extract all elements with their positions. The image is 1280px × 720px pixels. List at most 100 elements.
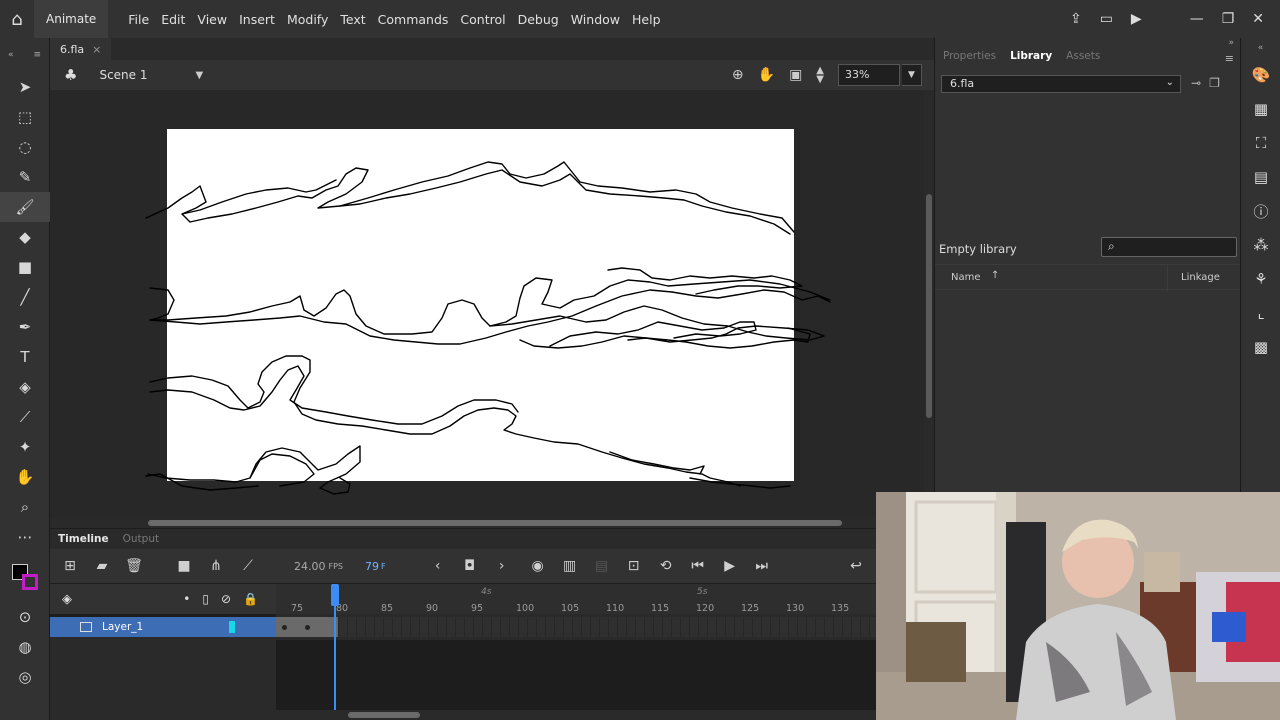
fluid-brush-tool-icon[interactable]: ✎ [0, 162, 50, 192]
info-icon[interactable]: ⓘ [1241, 194, 1280, 228]
delete-layer-icon[interactable]: 🗑 [118, 558, 150, 574]
hide-layers-icon[interactable]: ⊘ [221, 592, 231, 606]
home-icon[interactable]: ⌂ [0, 0, 34, 38]
menu-insert[interactable]: Insert [233, 12, 281, 27]
menu-window[interactable]: Window [565, 12, 626, 27]
clip-content-icon[interactable]: ▣ [789, 67, 802, 83]
object-drawing-icon[interactable]: ⊙ [0, 602, 50, 632]
undo-timeline-icon[interactable]: ↩ [840, 558, 872, 574]
new-folder-icon[interactable]: ▰ [86, 558, 118, 574]
tab-assets[interactable]: Assets [1066, 50, 1100, 70]
menu-edit[interactable]: Edit [155, 12, 191, 27]
onion-skin-icon[interactable]: ◉ [522, 558, 554, 574]
stage-vertical-scrollbar[interactable] [924, 90, 934, 518]
motion-presets-icon[interactable]: ⁂ [1241, 228, 1280, 262]
test-movie-icon[interactable]: ▶ [1131, 11, 1142, 27]
tab-properties[interactable]: Properties [943, 50, 996, 70]
column-linkage[interactable]: Linkage [1181, 272, 1220, 283]
menu-text[interactable]: Text [334, 12, 371, 27]
zoom-input[interactable]: 33% [838, 64, 900, 86]
free-transform-tool-icon[interactable]: ⬚ [0, 102, 50, 132]
more-tools-icon[interactable]: ⋯ [0, 522, 50, 552]
close-tab-icon[interactable]: × [92, 43, 101, 56]
motion-editor-icon[interactable]: ⌞ [1241, 296, 1280, 330]
outline-layers-icon[interactable]: ▯ [202, 592, 209, 606]
zoom-tool-icon[interactable]: ⌕ [0, 492, 50, 522]
timeline-scrollbar[interactable] [50, 710, 876, 720]
stage-area[interactable] [50, 90, 924, 518]
insert-keyframe-icon[interactable]: ◘ [454, 558, 486, 574]
new-layer-icon[interactable]: ⊞ [54, 558, 86, 574]
menu-view[interactable]: View [191, 12, 233, 27]
snap-icon[interactable]: ◍ [0, 632, 50, 662]
color-panel-icon[interactable]: 🎨 [1241, 58, 1280, 92]
collapse-strip-icon[interactable]: « [1241, 38, 1280, 58]
scene-dropdown-icon[interactable]: ▼ [196, 70, 204, 81]
tools-menu-icon[interactable]: ≡ [33, 50, 41, 60]
play-icon[interactable]: ▶ [714, 558, 746, 574]
selection-tool-icon[interactable]: ➤ [0, 72, 50, 102]
pin-library-icon[interactable]: ⊸ [1191, 76, 1201, 90]
eraser-tool-icon[interactable]: ◆ [0, 222, 50, 252]
menu-commands[interactable]: Commands [372, 12, 455, 27]
layer-parenting-icon[interactable]: ⋔ [200, 558, 232, 574]
frame-ruler[interactable]: 75 80 85 90 95 100 105 110 115 120 125 130 135 4s 5s [276, 584, 876, 614]
collapse-tools-icon[interactable]: « [8, 50, 14, 60]
hand-tool-icon[interactable]: ✋ [0, 462, 50, 492]
menu-modify[interactable]: Modify [281, 12, 334, 27]
create-tween-icon[interactable]: ⊡ [618, 558, 650, 574]
loop-icon[interactable]: ⟲ [650, 558, 682, 574]
close-window-icon[interactable]: ✕ [1252, 11, 1264, 27]
playhead[interactable] [331, 584, 339, 710]
sort-asc-icon[interactable]: ↑ [991, 270, 999, 281]
share-icon[interactable]: ⇪ [1070, 11, 1082, 27]
layer-row[interactable]: Layer_1 [50, 617, 276, 637]
lasso-tool-icon[interactable]: ◌ [0, 132, 50, 162]
brush-mode-icon[interactable]: ◎ [0, 662, 50, 692]
library-search-input[interactable]: ⌕ [1101, 237, 1237, 257]
step-forward-icon[interactable]: ⏭ [746, 558, 778, 574]
layer-color-swatch[interactable] [229, 621, 236, 633]
pen-tool-icon[interactable]: ✒ [0, 312, 50, 342]
minimize-icon[interactable]: — [1190, 11, 1204, 27]
camera-icon[interactable]: ■ [168, 558, 200, 574]
center-stage-icon[interactable]: ⊕ [732, 67, 744, 83]
layers-icon[interactable]: ◈ [62, 592, 72, 607]
frame-track[interactable] [276, 614, 876, 640]
rotate-stage-icon[interactable]: ✋ [758, 67, 775, 83]
next-keyframe-icon[interactable]: › [486, 558, 518, 574]
tab-library[interactable]: Library [1010, 50, 1052, 70]
column-name[interactable]: Name [951, 272, 981, 283]
swatches-icon[interactable]: ▦ [1241, 92, 1280, 126]
prev-keyframe-icon[interactable]: ‹ [422, 558, 454, 574]
rectangle-tool-icon[interactable]: ■ [0, 252, 50, 282]
graph-icon[interactable]: ⟋ [232, 558, 264, 574]
keyframe[interactable] [282, 625, 287, 630]
screen-mode-icon[interactable]: ▭ [1100, 11, 1113, 27]
menu-control[interactable]: Control [454, 12, 511, 27]
frame-picker-icon[interactable]: ▩ [1241, 330, 1280, 364]
keyframe[interactable] [305, 625, 310, 630]
paint-bucket-tool-icon[interactable]: ◈ [0, 372, 50, 402]
step-back-icon[interactable]: ⏮ [682, 558, 714, 574]
paint-brush-tool-icon[interactable]: 🖌 [0, 192, 50, 222]
text-tool-icon[interactable]: T [0, 342, 50, 372]
components-icon[interactable]: ⚘ [1241, 262, 1280, 296]
menu-debug[interactable]: Debug [512, 12, 565, 27]
menu-help[interactable]: Help [626, 12, 667, 27]
collapse-panel-icon[interactable]: » [1228, 38, 1234, 48]
layer-name[interactable]: Layer_1 [102, 621, 143, 633]
menu-file[interactable]: File [122, 12, 155, 27]
transform-icon[interactable]: ⛶ [1241, 126, 1280, 160]
document-tab[interactable]: 6.fla × [50, 38, 112, 60]
current-frame-value[interactable]: 79 [365, 560, 379, 573]
line-tool-icon[interactable]: ╱ [0, 282, 50, 312]
panel-menu-icon[interactable]: ≡ [1225, 52, 1234, 65]
restore-icon[interactable]: ❐ [1222, 11, 1235, 27]
new-library-panel-icon[interactable]: ❐ [1209, 76, 1220, 90]
fps-value[interactable]: 24.00 [294, 560, 326, 573]
lock-layers-icon[interactable]: 🔒 [243, 592, 258, 606]
stage-horizontal-scrollbar[interactable] [50, 518, 934, 528]
frame-view-icon[interactable]: ▥ [554, 558, 586, 574]
eyedropper-tool-icon[interactable]: ⟋ [0, 402, 50, 432]
